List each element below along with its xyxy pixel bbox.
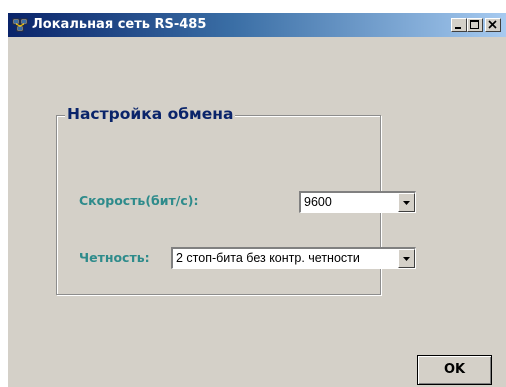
speed-dropdown-button[interactable] (398, 193, 415, 212)
speed-label: Скорость(бит/с): (79, 193, 199, 208)
parity-value: 2 стоп-бита без контр. четности (176, 251, 360, 265)
parity-label: Четность: (79, 250, 150, 265)
chevron-down-icon (403, 201, 410, 205)
speed-select[interactable]: 9600 (299, 191, 416, 213)
parity-select[interactable]: 2 стоп-бита без контр. четности (171, 247, 416, 269)
minimize-icon (455, 27, 461, 29)
close-button[interactable] (485, 18, 501, 32)
maximize-button[interactable] (467, 18, 483, 32)
dialog-window: Локальная сеть RS-485 Настройка обмена С… (8, 13, 506, 387)
maximize-icon (470, 20, 479, 29)
window-title: Локальная сеть RS-485 (32, 17, 207, 32)
title-bar[interactable]: Локальная сеть RS-485 (8, 13, 506, 37)
close-icon (488, 20, 497, 29)
exchange-settings-group: Настройка обмена Скорость(бит/с): 9600 Ч… (56, 105, 416, 295)
parity-dropdown-button[interactable] (398, 249, 415, 268)
ok-button[interactable]: OK (417, 355, 492, 385)
network-computers-icon (12, 17, 28, 33)
speed-value: 9600 (304, 195, 332, 209)
group-title: Настройка обмена (65, 105, 236, 123)
minimize-button[interactable] (451, 18, 467, 32)
chevron-down-icon (403, 257, 410, 261)
